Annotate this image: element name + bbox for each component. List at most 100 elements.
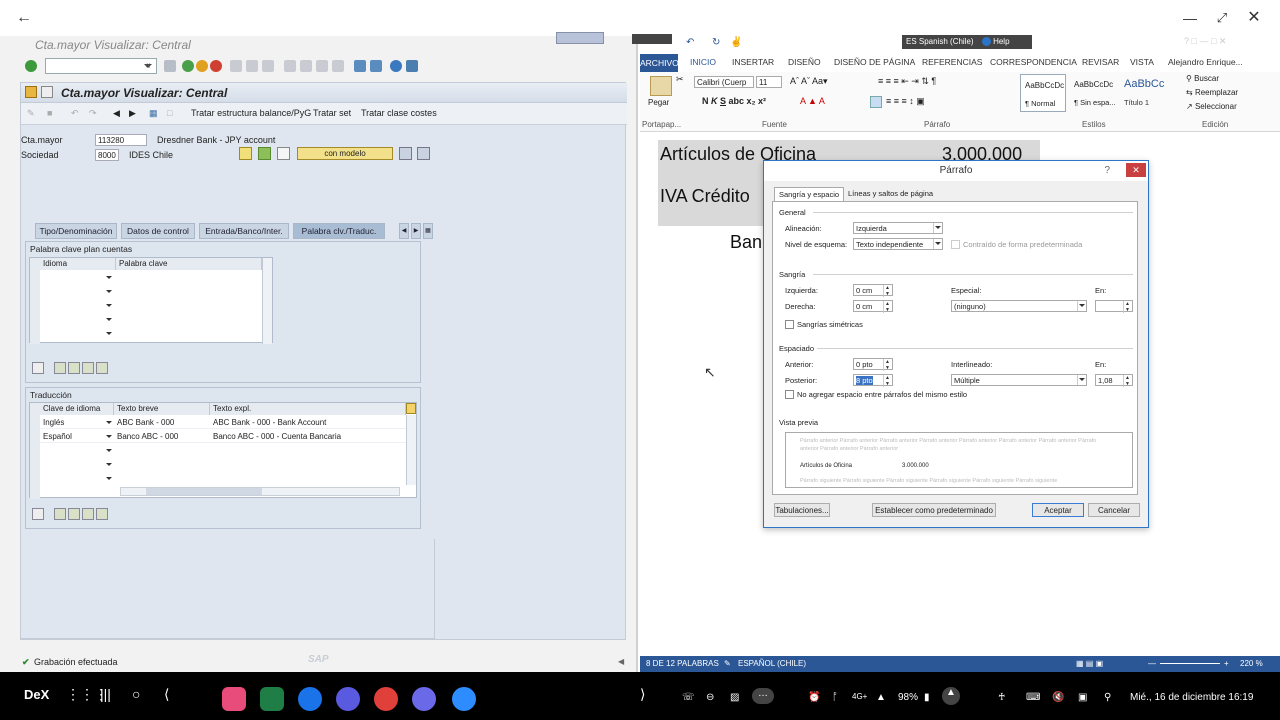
dropdown-icon[interactable] (106, 435, 112, 441)
font-name-box[interactable]: Calibri (Cuerp (694, 76, 754, 88)
dropdown-icon[interactable] (106, 276, 112, 282)
tab-entrada[interactable]: Entrada/Banco/Inter. (199, 223, 289, 239)
search-icon[interactable]: ⚲ (1104, 692, 1111, 703)
tab-datos[interactable]: Datos de control (121, 223, 195, 239)
cancel-icon[interactable] (210, 60, 222, 72)
maximize-icon[interactable]: ⤢ (1212, 8, 1232, 28)
keywords-scrollbar[interactable] (262, 258, 272, 344)
shortcut-icon[interactable] (370, 60, 382, 72)
repeat-icon[interactable]: ↻ (712, 37, 720, 48)
help-icon[interactable] (390, 60, 402, 72)
row-selector[interactable] (30, 258, 40, 344)
row2-lang[interactable]: Español (40, 430, 114, 443)
tab-sangria[interactable]: Sangría y espacio (774, 187, 845, 201)
paste-label[interactable]: Pegar (648, 98, 669, 107)
align-left-icon[interactable] (870, 96, 882, 108)
cut-icon[interactable]: ✂ (676, 74, 684, 85)
home-icon[interactable]: ○ (132, 686, 140, 702)
tab-insertar[interactable]: INSERTAR (732, 57, 774, 67)
model-button[interactable]: con modelo (297, 147, 393, 160)
font-size-box[interactable]: 11 (756, 76, 782, 88)
recents-icon[interactable]: ||| (100, 686, 111, 702)
row2-short[interactable]: Banco ABC - 000 (114, 430, 210, 443)
style-titulo[interactable]: AaBbCc Título 1 (1120, 74, 1166, 112)
tab-diseno-pagina[interactable]: DISEÑO DE PÁGINA (834, 57, 915, 67)
delete-row-icon[interactable] (96, 362, 108, 374)
paste-icon[interactable] (650, 76, 672, 96)
dropdown-icon[interactable] (106, 463, 112, 469)
quick-panel-icon[interactable]: ▲ (942, 687, 960, 705)
tab-archivo[interactable]: ARCHIVO (640, 54, 679, 72)
grow-font-icon[interactable]: Aˆ Aˇ Aa▾ (790, 76, 828, 87)
back-arrow-icon[interactable]: ← (14, 8, 34, 28)
row1-long[interactable]: ABC Bank - 000 - Bank Account (210, 416, 406, 429)
cta-input[interactable]: 113280 (95, 134, 147, 146)
spinner-icon[interactable]: ▲ ▼ (883, 359, 891, 371)
next-page-icon[interactable] (316, 60, 328, 72)
tab-revisar[interactable]: REVISAR (1082, 57, 1119, 67)
email-icon[interactable] (374, 687, 398, 711)
row1-lang[interactable]: Inglés (40, 416, 114, 429)
no-agregar-checkbox[interactable] (785, 390, 794, 399)
soc-input[interactable]: 8000 (95, 149, 119, 161)
tab-lineas[interactable]: Líneas y saltos de página (848, 189, 933, 198)
table-settings-icon[interactable] (32, 362, 44, 374)
doc-line-2[interactable]: IVA Crédito (660, 186, 750, 207)
document-icon[interactable] (277, 147, 290, 160)
zoom-app-icon[interactable] (452, 687, 476, 711)
last-page-icon[interactable] (332, 60, 344, 72)
tab-scroll-left-icon[interactable]: ◀ (399, 223, 409, 239)
messages-icon[interactable] (412, 687, 436, 711)
spinner-icon[interactable]: ▲ ▼ (883, 285, 891, 297)
align-icons[interactable]: ≡ ≡ ≡ ↕ ▣ (886, 96, 925, 107)
dropdown-icon[interactable] (106, 449, 112, 455)
select-all-icon[interactable] (54, 362, 66, 374)
edge-icon[interactable] (298, 687, 322, 711)
deselect-all-icon[interactable] (68, 508, 80, 520)
interlineado-select[interactable]: Múltiple (951, 374, 1087, 386)
dialog-close-icon[interactable]: ✕ (1126, 163, 1146, 177)
delete-row-icon[interactable] (96, 508, 108, 520)
spinner-icon[interactable]: ▲ ▼ (1123, 375, 1131, 387)
floating-window-controls[interactable] (556, 32, 604, 44)
edit-seleccionar[interactable]: ↗ Seleccionar (1186, 102, 1237, 111)
insert-row-icon[interactable] (82, 508, 94, 520)
spinner-icon[interactable]: ▲ ▼ (883, 375, 891, 387)
font-color-icon[interactable]: A ▲ A (800, 96, 825, 106)
back-icon[interactable]: ⟨ (164, 686, 169, 703)
list-icons[interactable]: ≡ ≡ ≡ ⇤ ⇥ ⇅ ¶ (878, 76, 936, 87)
clock-icon[interactable] (336, 687, 360, 711)
layout-icon[interactable] (406, 60, 418, 72)
new-session-icon[interactable] (354, 60, 366, 72)
tabulaciones-button[interactable]: Tabulaciones... (774, 503, 830, 517)
back-icon[interactable] (182, 60, 194, 72)
prev-page-icon[interactable] (300, 60, 312, 72)
find-next-icon[interactable] (262, 60, 274, 72)
whatsapp-icon[interactable]: ☏ (682, 692, 695, 703)
first-page-icon[interactable] (284, 60, 296, 72)
enter-icon[interactable] (25, 60, 37, 72)
dialog-help-icon[interactable]: ? (1104, 161, 1110, 181)
row-selector[interactable] (30, 403, 40, 499)
mute-icon[interactable]: 🔇 (1052, 692, 1064, 703)
close-icon[interactable]: ✕ (1244, 8, 1264, 28)
format-icons[interactable]: N K S abc x₂ x² (702, 96, 766, 106)
predeterminado-button[interactable]: Establecer como predeterminado (872, 503, 996, 517)
view-icons[interactable]: ▦ ▤ ▣ (1076, 659, 1103, 668)
zoom-slider[interactable] (1160, 663, 1220, 664)
table-settings-icon[interactable] (32, 508, 44, 520)
dropdown-icon[interactable] (106, 477, 112, 483)
chevron-down-icon[interactable] (933, 239, 942, 249)
dropdown-icon[interactable] (106, 304, 112, 310)
dropdown-icon[interactable] (106, 421, 112, 427)
redo-icon[interactable]: ↷ (89, 108, 97, 119)
lock-button-icon[interactable] (399, 147, 412, 160)
column-config-icon[interactable] (406, 403, 416, 414)
print-icon[interactable] (230, 60, 242, 72)
scroll-thumb[interactable] (146, 488, 262, 495)
next-icon[interactable]: ▶ (129, 108, 136, 119)
menu-icon[interactable] (25, 86, 37, 98)
save-icon[interactable] (164, 60, 176, 72)
window-controls-icon[interactable]: ? □ — □ ✕ (1184, 36, 1226, 47)
deselect-all-icon[interactable] (68, 362, 80, 374)
